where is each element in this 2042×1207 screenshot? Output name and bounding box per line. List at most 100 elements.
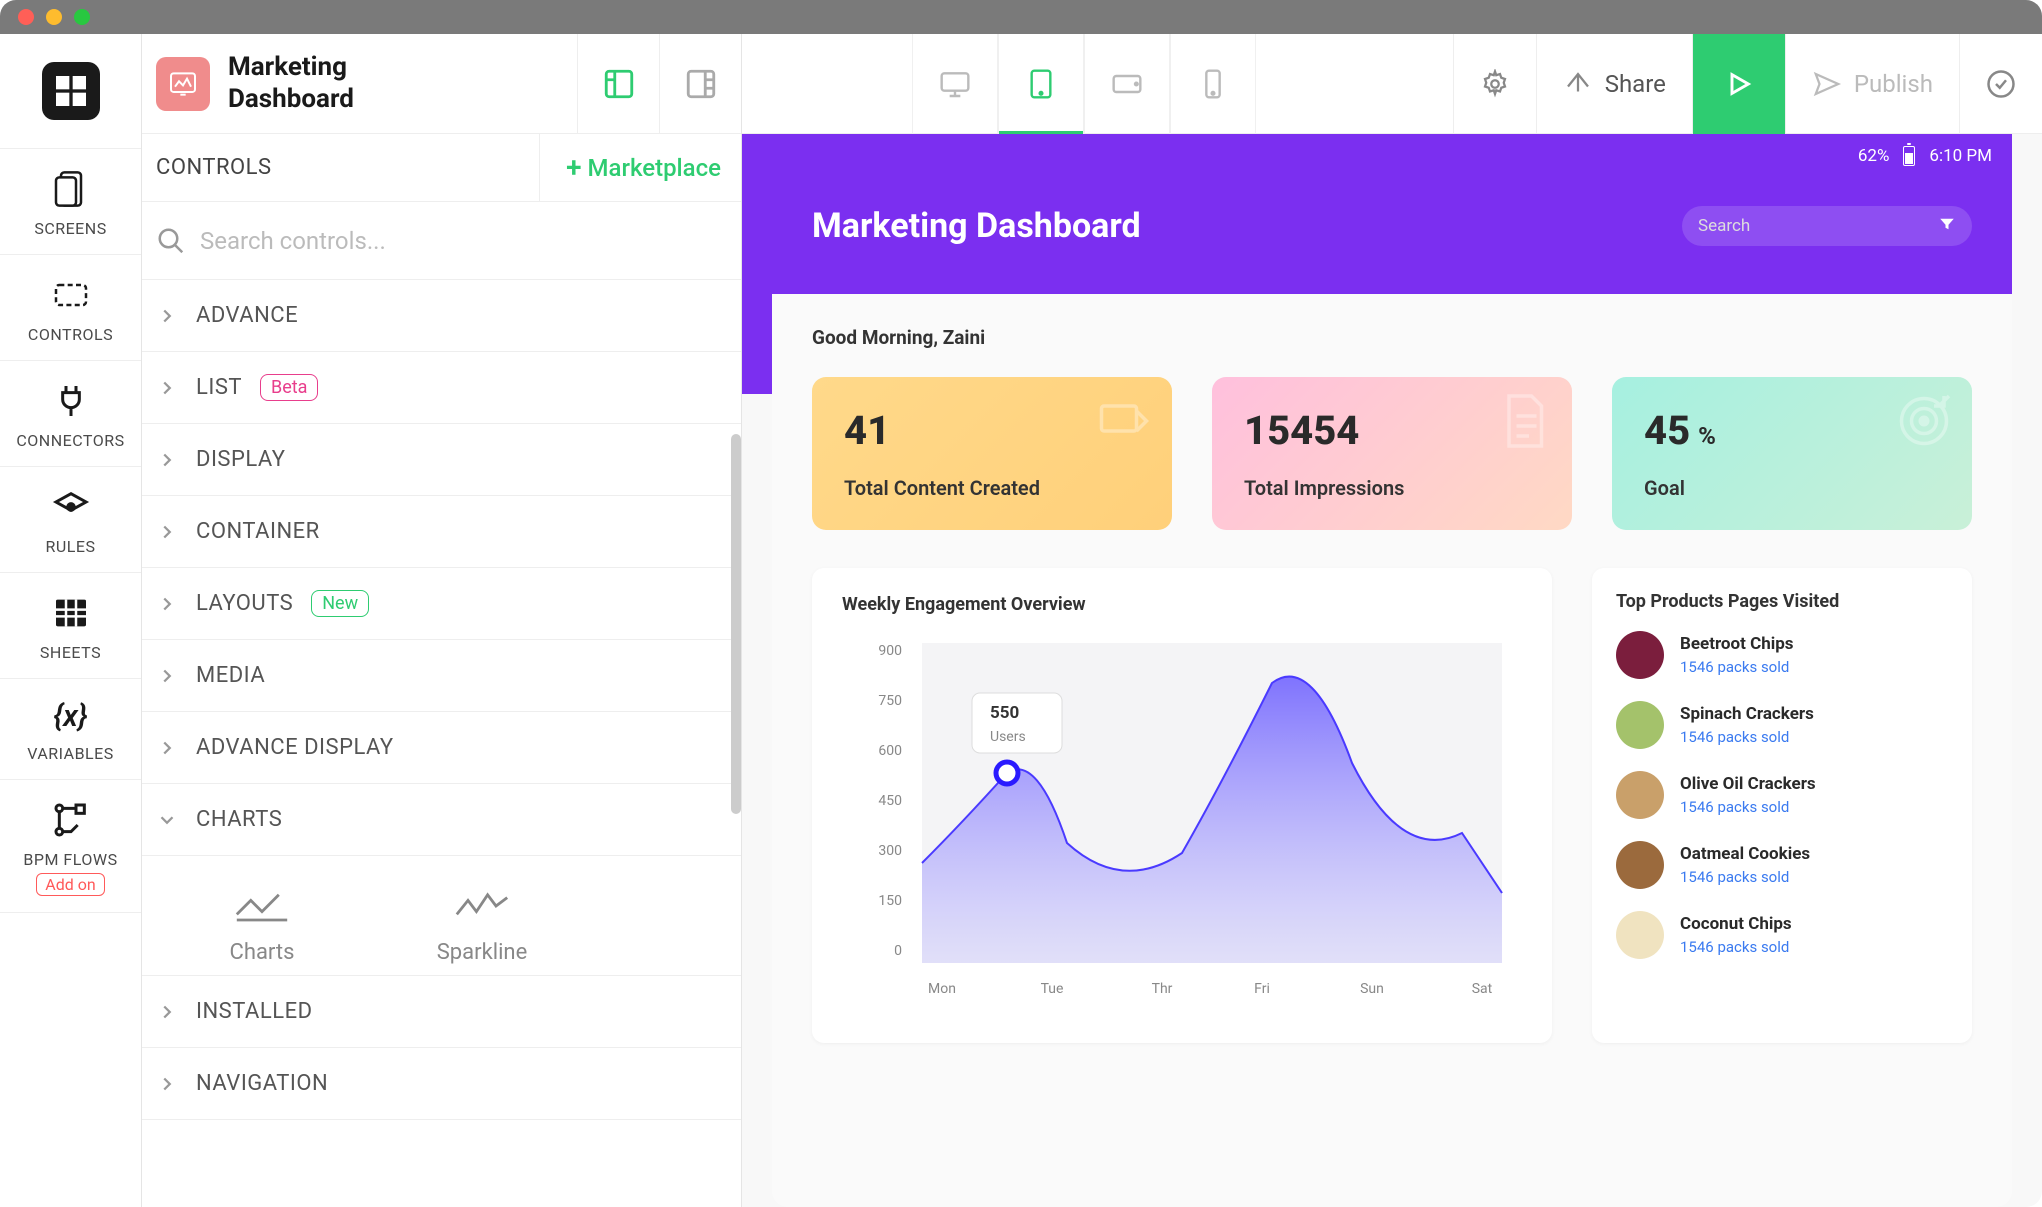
controls-panel: MarketingDashboard CONTROLS + Marketplac… [142, 34, 742, 1207]
sparkline-tile[interactable]: Sparkline [392, 886, 572, 965]
tile-label: Charts [230, 940, 295, 965]
gear-icon [1480, 69, 1510, 99]
device-statusbar: 62% 6:10 PM [772, 134, 2012, 178]
product-item[interactable]: Coconut Chips1546 packs sold [1616, 911, 1948, 959]
battery-icon [1903, 146, 1915, 166]
category-display[interactable]: DISPLAY [142, 424, 741, 496]
chevron-right-icon [156, 521, 178, 543]
clock-time: 6:10 PM [1929, 146, 1992, 166]
product-sales: 1546 packs sold [1680, 798, 1816, 816]
nav-label: SCREENS [34, 219, 106, 238]
category-label: CONTAINER [196, 519, 320, 544]
play-button[interactable] [1692, 34, 1785, 134]
product-item[interactable]: Oatmeal Cookies 1546 packs sold [1616, 841, 1948, 889]
sold-sign-icon [1094, 391, 1154, 455]
product-name: Oatmeal Cookies [1680, 844, 1810, 864]
chevron-right-icon [156, 305, 178, 327]
nav-label: CONTROLS [28, 325, 113, 344]
category-label: NAVIGATION [196, 1071, 328, 1096]
document-icon [1494, 391, 1554, 455]
chevron-right-icon [156, 377, 178, 399]
device-mobile-button[interactable] [1170, 34, 1256, 134]
nav-label: SHEETS [40, 643, 101, 662]
window-minimize-icon[interactable] [46, 9, 62, 25]
brand-logo[interactable] [0, 34, 141, 149]
dashboard-search[interactable] [1682, 206, 1972, 246]
category-label: LIST [196, 375, 242, 400]
tile-label: Sparkline [437, 940, 528, 965]
svg-text:900: 900 [878, 643, 902, 659]
engagement-chart[interactable]: 9007506004503001500 550 Users [842, 633, 1522, 1013]
beta-badge: Beta [260, 374, 318, 401]
chart-title: Weekly Engagement Overview [842, 594, 1522, 615]
dashboard-hero: Marketing Dashboard [772, 178, 2012, 294]
nav-screens[interactable]: SCREENS [0, 149, 141, 255]
device-desktop-button[interactable] [912, 34, 998, 134]
check-circle-icon [1986, 69, 2016, 99]
share-button[interactable]: Share [1536, 34, 1692, 134]
nav-bpm-flows[interactable]: BPM FLOWS Add on [0, 780, 141, 913]
product-image [1616, 631, 1664, 679]
svg-text:Sun: Sun [1360, 981, 1384, 997]
product-sales: 1546 packs sold [1680, 868, 1810, 886]
svg-text:750: 750 [878, 693, 902, 709]
categories-list: ADVANCE LIST Beta DISPLAY CONTAINER [142, 280, 741, 1207]
nav-controls[interactable]: CONTROLS [0, 255, 141, 361]
svg-text:150: 150 [878, 893, 902, 909]
category-installed[interactable]: INSTALLED [142, 976, 741, 1048]
category-advance-display[interactable]: ADVANCE DISPLAY [142, 712, 741, 784]
stat-impressions[interactable]: 15454 Total Impressions [1212, 377, 1572, 530]
category-media[interactable]: MEDIA [142, 640, 741, 712]
charts-tile[interactable]: Charts [172, 886, 352, 965]
nav-rules[interactable]: RULES [0, 467, 141, 573]
nav-connectors[interactable]: CONNECTORS [0, 361, 141, 467]
send-icon [1812, 69, 1842, 99]
chevron-right-icon [156, 665, 178, 687]
svg-text:Fri: Fri [1254, 981, 1270, 997]
stat-label: Total Impressions [1244, 476, 1540, 500]
target-icon [1894, 391, 1954, 455]
category-list[interactable]: LIST Beta [142, 352, 741, 424]
product-image [1616, 841, 1664, 889]
window-maximize-icon[interactable] [74, 9, 90, 25]
category-advance[interactable]: ADVANCE [142, 280, 741, 352]
window-close-icon[interactable] [18, 9, 34, 25]
addon-badge: Add on [36, 873, 104, 896]
svg-text:300: 300 [878, 843, 902, 859]
product-name: Beetroot Chips [1680, 634, 1794, 654]
device-tablet-landscape-button[interactable] [1084, 34, 1170, 134]
publish-button[interactable]: Publish [1785, 34, 1959, 134]
stat-content-created[interactable]: 41 Total Content Created [812, 377, 1172, 530]
svg-text:Users: Users [990, 729, 1026, 745]
svg-text:450: 450 [878, 793, 902, 809]
category-label: INSTALLED [196, 999, 313, 1024]
svg-text:0: 0 [894, 943, 902, 959]
stat-goal[interactable]: 45% Goal [1612, 377, 1972, 530]
panel-scrollbar[interactable] [731, 434, 741, 814]
preview-canvas: 62% 6:10 PM Marketing Dashboard [742, 134, 2042, 1207]
marketplace-button[interactable]: + Marketplace [539, 134, 741, 201]
settings-button[interactable] [1453, 34, 1536, 134]
category-layouts[interactable]: LAYOUTS New [142, 568, 741, 640]
filter-icon[interactable] [1938, 215, 1956, 237]
svg-text:Tue: Tue [1041, 981, 1064, 997]
category-charts[interactable]: CHARTS [142, 784, 741, 856]
layout-view-button[interactable] [577, 34, 659, 134]
product-item[interactable]: Beetroot Chips1546 packs sold [1616, 631, 1948, 679]
product-item[interactable]: Spinach Crackers1546 packs sold [1616, 701, 1948, 749]
product-item[interactable]: Olive Oil Crackers1546 packs sold [1616, 771, 1948, 819]
status-check-button[interactable] [1959, 34, 2042, 134]
product-name: Spinach Crackers [1680, 704, 1814, 724]
nav-sheets[interactable]: SHEETS [0, 573, 141, 679]
plus-icon: + [566, 151, 581, 184]
device-tablet-portrait-button[interactable] [998, 34, 1084, 134]
publish-label: Publish [1854, 70, 1933, 98]
left-nav: SCREENS CONTROLS CONNECTORS RULES SHEETS… [0, 34, 142, 1207]
search-controls-input[interactable] [200, 227, 727, 255]
category-navigation[interactable]: NAVIGATION [142, 1048, 741, 1120]
nav-variables[interactable]: {x} VARIABLES [0, 679, 141, 780]
product-image [1616, 701, 1664, 749]
category-container[interactable]: CONTAINER [142, 496, 741, 568]
list-view-button[interactable] [659, 34, 741, 134]
dashboard-search-input[interactable] [1698, 216, 1924, 236]
